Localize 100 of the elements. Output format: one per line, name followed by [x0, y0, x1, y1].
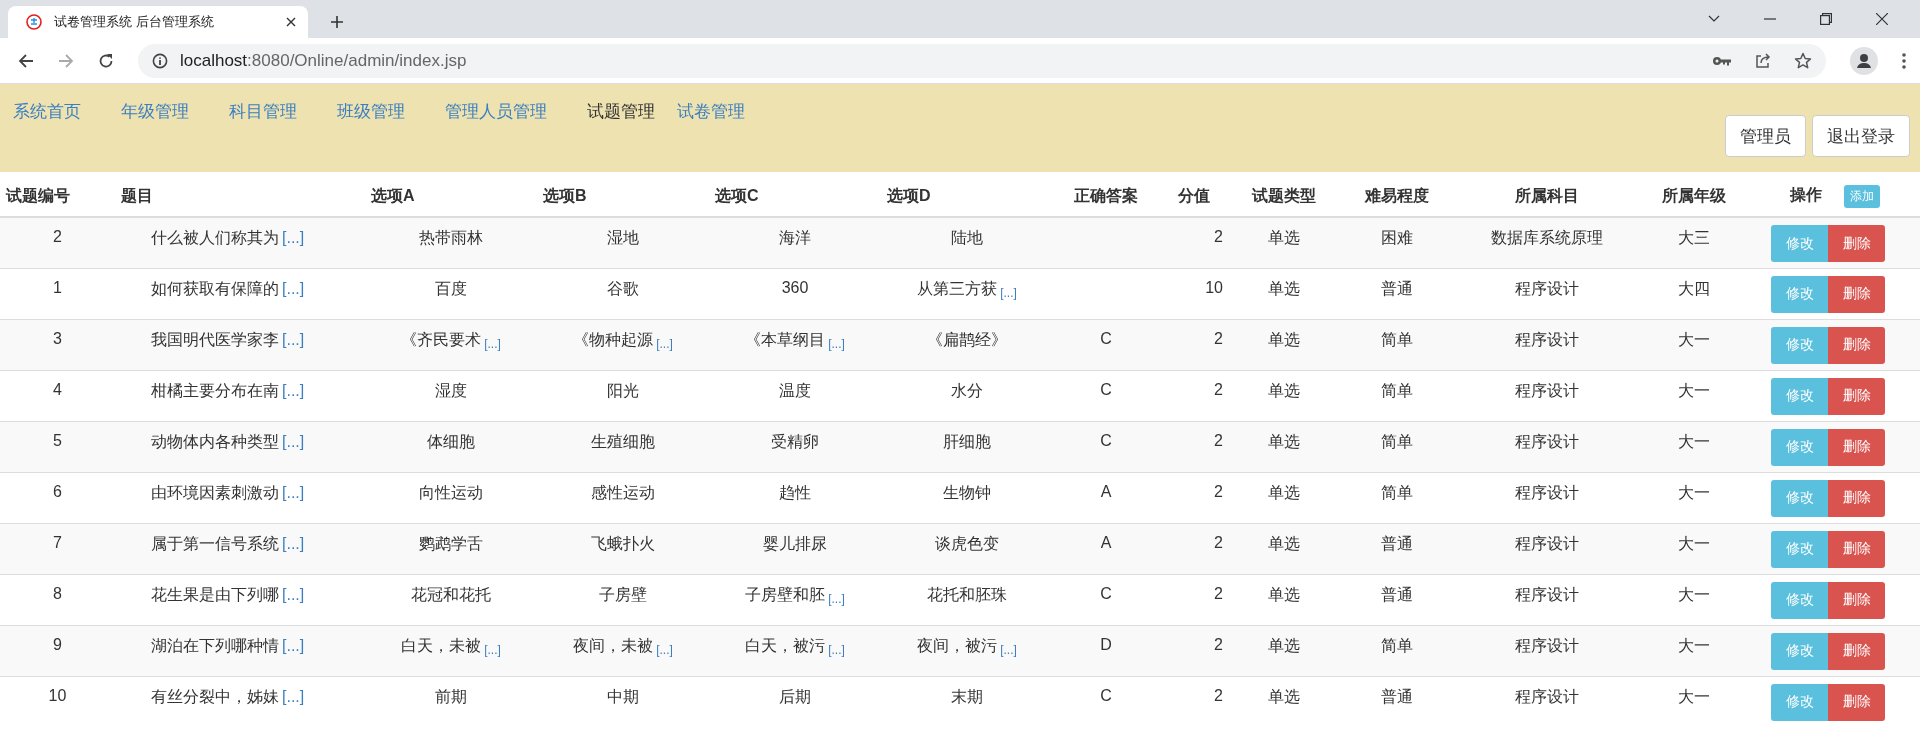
question-text: 有丝分裂中，姊妹 — [151, 687, 279, 705]
share-icon[interactable] — [1754, 51, 1772, 70]
star-icon[interactable] — [1794, 51, 1812, 70]
table-cell: 单选 — [1268, 636, 1300, 654]
edit-button[interactable]: 修改 — [1771, 530, 1828, 568]
column-header: 难易程度 — [1364, 186, 1429, 204]
more-link[interactable]: [...] — [484, 336, 501, 351]
more-link[interactable]: [...] — [282, 483, 305, 501]
delete-button[interactable]: 删除 — [1828, 683, 1885, 721]
delete-button[interactable]: 删除 — [1828, 530, 1885, 568]
table-cell: 百度 — [435, 279, 467, 297]
more-link[interactable]: [...] — [1000, 285, 1017, 300]
nav-link[interactable]: 班级管理 — [337, 100, 405, 122]
table-cell: 谈虎色变 — [935, 534, 999, 552]
more-link[interactable]: [...] — [282, 687, 305, 705]
more-link[interactable]: [...] — [282, 279, 305, 297]
more-link[interactable]: [...] — [828, 591, 845, 606]
table-cell: 大一 — [1678, 534, 1710, 552]
table-cell: 2 — [1214, 228, 1223, 245]
question-text: 动物体内各种类型 — [151, 432, 279, 450]
column-header: 所属科目 — [1514, 186, 1579, 204]
edit-button[interactable]: 修改 — [1771, 225, 1828, 262]
table-cell: 白天，未被 — [401, 636, 482, 654]
edit-button[interactable]: 修改 — [1771, 479, 1828, 517]
table-cell: C — [1100, 584, 1112, 602]
table-cell: 简单 — [1380, 330, 1413, 348]
delete-button[interactable]: 删除 — [1828, 275, 1885, 313]
back-arrow-icon[interactable] — [18, 52, 34, 69]
table-cell: 温度 — [779, 381, 811, 399]
table-cell: 单选 — [1268, 279, 1300, 297]
table-cell: 单选 — [1268, 229, 1300, 246]
address-bar[interactable]: localhost:8080/Online/admin/index.jsp — [138, 43, 1826, 78]
table-cell: 前期 — [435, 687, 467, 705]
edit-button[interactable]: 修改 — [1771, 275, 1828, 313]
more-link[interactable]: [...] — [282, 381, 305, 399]
logout-button[interactable]: 退出登录 — [1812, 115, 1910, 157]
table-cell: 大一 — [1678, 330, 1710, 348]
more-link[interactable]: [...] — [282, 636, 305, 654]
browser-tab[interactable]: 试卷管理系统 后台管理系统 — [8, 6, 308, 38]
close-tab-icon[interactable] — [286, 17, 296, 27]
table-cell: 生殖细胞 — [591, 432, 655, 450]
key-icon[interactable] — [1712, 54, 1732, 67]
table-cell: 普通 — [1380, 534, 1413, 552]
more-link[interactable]: [...] — [656, 336, 673, 351]
admin-button[interactable]: 管理员 — [1725, 115, 1806, 157]
more-link[interactable]: [...] — [282, 432, 305, 450]
table-cell: 普通 — [1380, 585, 1413, 603]
add-button[interactable]: 添加 — [1843, 184, 1880, 208]
more-link[interactable]: [...] — [1000, 642, 1017, 657]
delete-button[interactable]: 删除 — [1828, 428, 1885, 466]
edit-button[interactable]: 修改 — [1771, 428, 1828, 466]
nav-link[interactable]: 管理人员管理 — [445, 100, 547, 122]
delete-button[interactable]: 删除 — [1828, 479, 1885, 517]
more-link[interactable]: [...] — [828, 336, 845, 351]
table-cell: 花托和胚珠 — [927, 585, 1007, 603]
delete-button[interactable]: 删除 — [1828, 377, 1885, 415]
nav-link[interactable]: 试卷管理 — [677, 100, 745, 122]
delete-button[interactable]: 删除 — [1828, 225, 1885, 262]
new-tab-icon[interactable] — [330, 15, 344, 29]
more-link[interactable]: [...] — [484, 642, 501, 657]
nav-link[interactable]: 科目管理 — [229, 100, 297, 122]
table-cell: D — [1100, 635, 1112, 653]
table-cell: 大一 — [1678, 432, 1710, 450]
question-text: 如何获取有保障的 — [151, 279, 279, 297]
column-header: 分值 — [1178, 186, 1210, 204]
column-header: 正确答案 — [1074, 186, 1138, 204]
delete-button[interactable]: 删除 — [1828, 326, 1885, 364]
edit-button[interactable]: 修改 — [1771, 683, 1828, 721]
edit-button[interactable]: 修改 — [1771, 581, 1828, 619]
question-text: 湖泊在下列哪种情 — [151, 636, 279, 654]
table-cell: 末期 — [951, 687, 983, 705]
more-link[interactable]: [...] — [828, 642, 845, 657]
edit-button[interactable]: 修改 — [1771, 326, 1828, 364]
tab-title: 试卷管理系统 后台管理系统 — [54, 13, 215, 31]
edit-button[interactable]: 修改 — [1771, 632, 1828, 670]
delete-button[interactable]: 删除 — [1828, 581, 1885, 619]
more-link[interactable]: [...] — [282, 330, 305, 348]
nav-link[interactable]: 系统首页 — [13, 100, 81, 122]
edit-button[interactable]: 修改 — [1771, 377, 1828, 415]
table-cell: 6 — [53, 482, 62, 500]
avatar-icon[interactable] — [1850, 46, 1878, 75]
more-link[interactable]: [...] — [282, 534, 305, 552]
nav-link[interactable]: 试题管理 — [587, 100, 655, 122]
table-cell: 1 — [53, 278, 62, 296]
delete-button[interactable]: 删除 — [1828, 632, 1885, 670]
reload-icon[interactable] — [98, 52, 114, 69]
table-cell: C — [1100, 329, 1112, 347]
more-link[interactable]: [...] — [282, 229, 305, 246]
more-link[interactable]: [...] — [656, 642, 673, 657]
table-cell: 白天，被污 — [745, 636, 826, 654]
table-cell: 2 — [1214, 380, 1223, 398]
close-icon[interactable] — [1876, 13, 1888, 25]
table-cell: C — [1100, 380, 1112, 398]
more-link[interactable]: [...] — [282, 585, 305, 603]
restore-icon[interactable] — [1820, 13, 1832, 25]
menu-icon[interactable] — [1902, 52, 1906, 69]
table-cell: 海洋 — [779, 229, 811, 246]
nav-link[interactable]: 年级管理 — [121, 100, 189, 122]
chevron-down-icon[interactable] — [1708, 15, 1720, 23]
table-cell: 受精卵 — [771, 432, 819, 450]
